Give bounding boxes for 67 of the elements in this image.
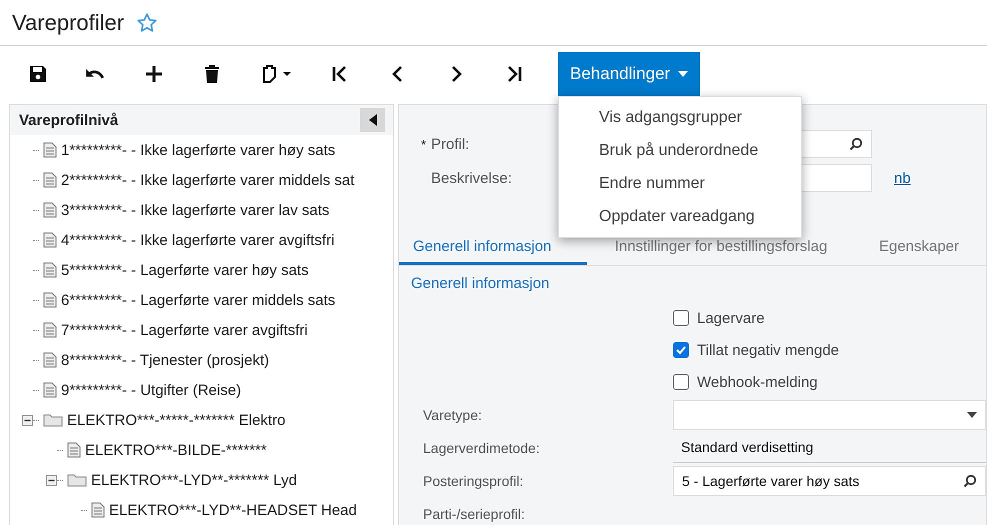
lookup-field[interactable]: 5 - Lagerførte varer høy sats (673, 466, 986, 496)
plus-icon (144, 64, 164, 84)
field-label: Parti-/serieprofil: (422, 506, 526, 522)
language-link[interactable]: nb (894, 170, 911, 186)
document-icon (67, 442, 81, 458)
section-title: Generell informasjon (411, 274, 550, 294)
checkbox-label: Tillat negativ mengde (697, 342, 840, 358)
menu-item[interactable]: Bruk på underordnede (559, 134, 801, 167)
tree-item[interactable]: ELEKTRO***-LYD**-******* Lyd (91, 472, 297, 488)
tree-item[interactable]: 2*********- - Ikke lagerførte varer middels sat (61, 172, 354, 188)
menu-item[interactable]: Endre nummer (559, 167, 801, 200)
tree-item[interactable]: 1*********- - Ikke lagerførte varer høy sats (61, 142, 336, 158)
checkbox[interactable] (673, 374, 689, 390)
menu-item[interactable]: Vis adgangsgrupper (559, 101, 801, 134)
caret-icon (678, 71, 688, 77)
folder-icon (43, 413, 63, 427)
tree-item[interactable]: ELEKTRO***-*****-******* Elektro (67, 412, 286, 428)
tree-title: Vareprofilnivå (19, 112, 118, 128)
undo-icon (86, 69, 104, 79)
folder-icon (67, 473, 87, 487)
field-value: Standard verdisetting (673, 432, 986, 463)
actions-button[interactable]: Behandlinger (558, 52, 700, 96)
checkbox-label: Lagervare (697, 310, 765, 326)
profile-label: Profil: (431, 136, 470, 152)
tab[interactable]: Egenskaper (855, 233, 983, 265)
field-label: Lagerverdimetode: (422, 440, 541, 456)
document-icon (43, 142, 57, 158)
document-icon (43, 352, 57, 368)
dropdown-field[interactable] (673, 400, 986, 430)
tree-item[interactable]: 5*********- - Lagerførte varer høy sats (61, 262, 309, 278)
collapse-icon[interactable] (46, 474, 57, 486)
checkmark-icon (675, 344, 687, 356)
field-label: Varetype: (422, 406, 483, 422)
document-icon (43, 262, 57, 278)
page-title: Vareprofiler (12, 10, 124, 36)
menu-item[interactable]: Oppdater vareadgang (559, 200, 801, 233)
star-icon[interactable] (136, 12, 158, 34)
document-icon (43, 232, 57, 248)
tab[interactable]: Generell informasjon (399, 233, 587, 265)
tree-item[interactable]: 9*********- - Utgifter (Reise) (61, 382, 242, 398)
document-icon (43, 202, 57, 218)
tree-item[interactable]: 4*********- - Ikke lagerførte varer avgiftsfri (61, 232, 334, 248)
search-icon[interactable] (963, 474, 977, 488)
search-icon[interactable] (849, 137, 863, 151)
checkbox[interactable] (673, 310, 689, 326)
document-icon (43, 322, 57, 338)
caret-icon (967, 412, 977, 418)
tree-item[interactable]: ELEKTRO***-BILDE-******* (85, 442, 267, 458)
description-label: Beskrivelse: (431, 170, 512, 186)
checkbox[interactable] (673, 342, 689, 358)
document-icon (43, 382, 57, 398)
clipboard-icon (260, 64, 294, 84)
tree-item[interactable]: 3*********- - Ikke lagerførte varer lav sats (61, 202, 330, 218)
triangle-left-icon (368, 114, 376, 126)
collapse-icon[interactable] (22, 414, 33, 426)
document-icon (43, 172, 57, 188)
tree-item[interactable]: ELEKTRO***-LYD**-HEADSET Head (109, 502, 357, 518)
collapse-button[interactable] (360, 108, 385, 132)
field-label: Posteringsprofil: (422, 472, 524, 488)
checkbox-label: Webhook-melding (697, 374, 818, 390)
tree-item[interactable]: 8*********- - Tjenester (prosjekt) (61, 352, 270, 368)
trash-icon (202, 64, 222, 84)
tree-item[interactable]: 6*********- - Lagerførte varer middels sats (61, 292, 336, 308)
tree-item[interactable]: 7*********- - Lagerførte varer avgiftsfri (61, 322, 308, 338)
document-icon (91, 502, 105, 518)
document-icon (43, 292, 57, 308)
required-mark: * (421, 136, 426, 152)
